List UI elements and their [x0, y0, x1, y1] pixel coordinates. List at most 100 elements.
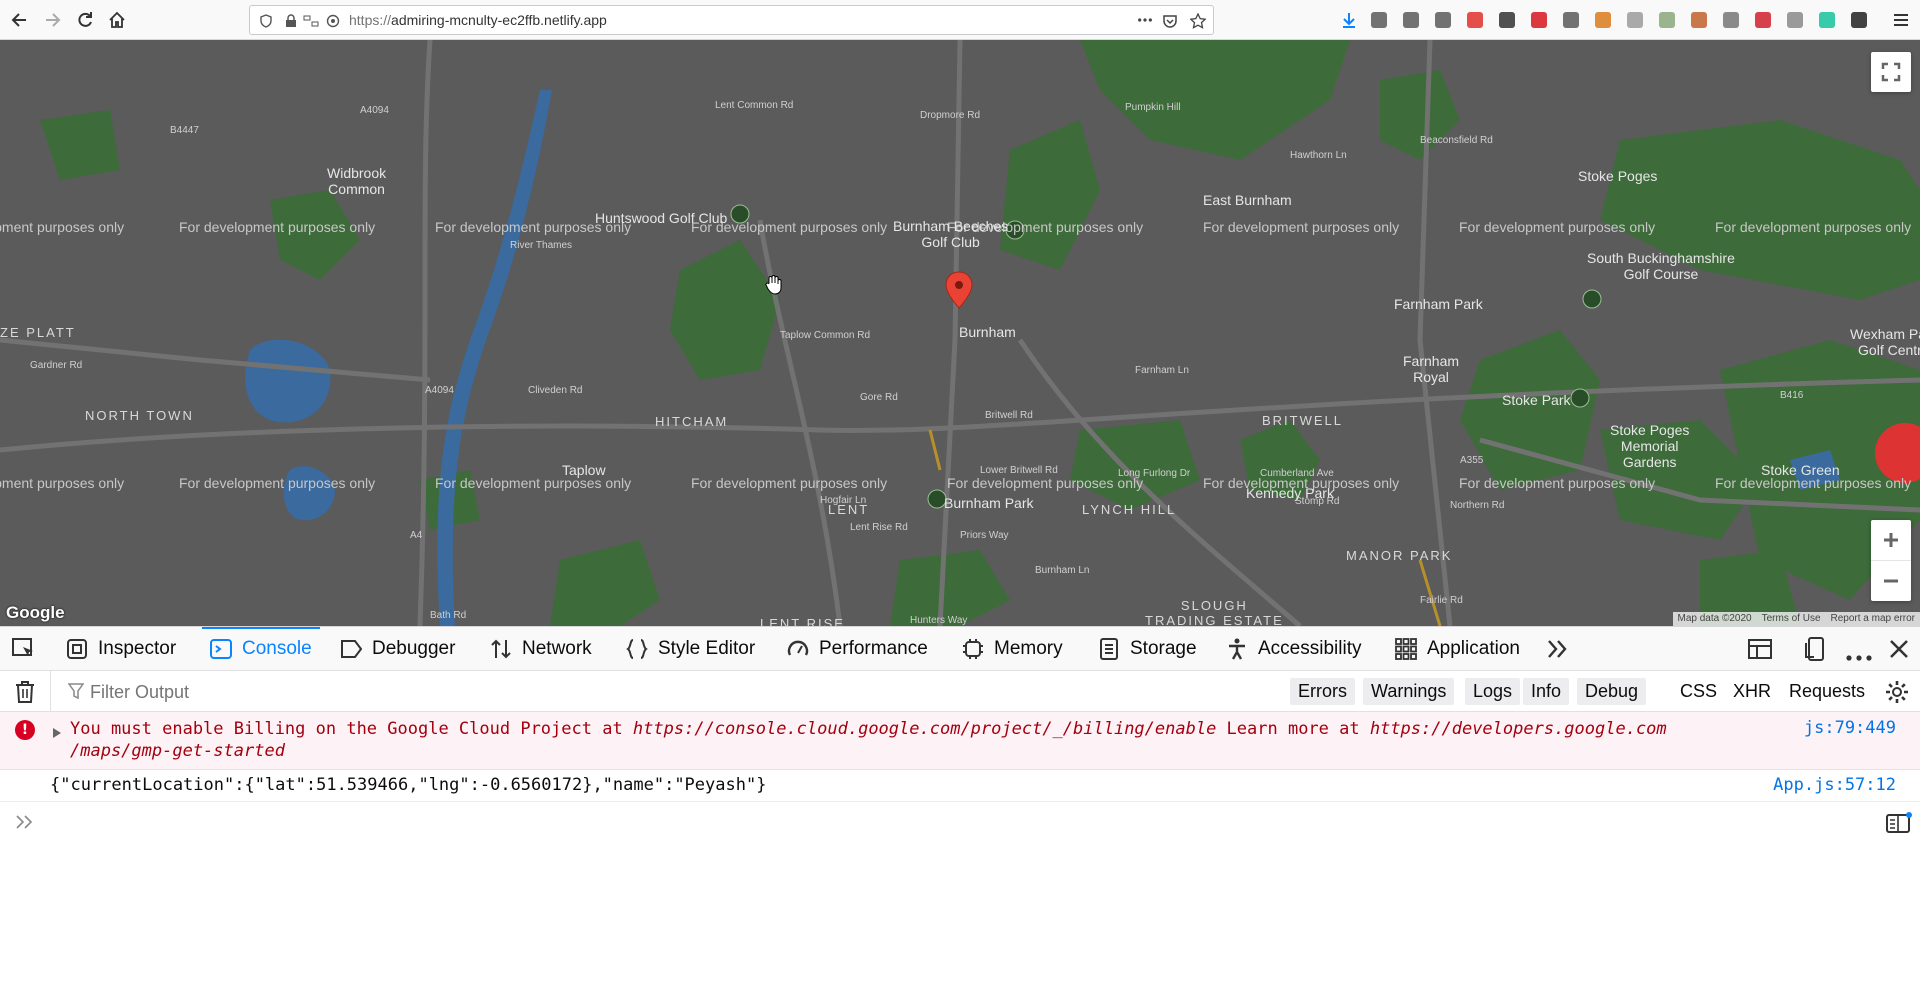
- orange-ext-icon[interactable]: [1595, 12, 1611, 28]
- reload-button[interactable]: [73, 8, 97, 32]
- url-text[interactable]: https://admiring-mcnulty-ec2ffb.netlify.…: [349, 12, 607, 28]
- url-host: admiring-mcnulty-ec2ffb.netlify.app: [391, 12, 607, 28]
- dock-icon: [1748, 639, 1772, 659]
- notion-icon[interactable]: [1851, 12, 1867, 28]
- road-label: Stomp Rd: [1295, 496, 1340, 507]
- dock-button[interactable]: [1748, 638, 1772, 664]
- downloads-icon[interactable]: [1341, 12, 1357, 28]
- more-tools-button[interactable]: [1546, 639, 1568, 663]
- editor-mode-button[interactable]: [1886, 812, 1912, 838]
- lock-ext-icon[interactable]: [1499, 12, 1515, 28]
- url-bar[interactable]: https://admiring-mcnulty-ec2ffb.netlify.…: [249, 5, 1214, 35]
- account-icon[interactable]: [1435, 12, 1451, 28]
- cookie-ext-icon[interactable]: [1691, 12, 1707, 28]
- bookmark-star-icon[interactable]: [1190, 13, 1206, 29]
- place-label: Wexham Park Golf Centre: [1850, 326, 1920, 358]
- place-label: East Burnham: [1203, 192, 1292, 208]
- filter-requests-button[interactable]: Requests: [1781, 678, 1873, 705]
- shield-icon[interactable]: [258, 13, 274, 29]
- menu-icon[interactable]: [1893, 12, 1909, 28]
- accessibility-icon: [1229, 638, 1245, 660]
- reload-icon: [78, 12, 92, 27]
- barcode-ext-icon[interactable]: [1563, 12, 1579, 28]
- filter-warnings-button[interactable]: Warnings: [1363, 678, 1455, 705]
- library-icon[interactable]: [1371, 12, 1387, 28]
- element-picker-button[interactable]: [12, 638, 36, 664]
- place-label: Farnham Royal: [1403, 353, 1460, 385]
- tab-memory[interactable]: Memory: [962, 627, 1063, 670]
- place-label: LYNCH HILL: [1082, 502, 1177, 517]
- park-area: [40, 110, 120, 180]
- pdf-ext-icon[interactable]: [1531, 12, 1547, 28]
- tab-label: Performance: [819, 637, 928, 659]
- meatball-menu-icon: [1846, 655, 1872, 661]
- error-url-link[interactable]: https://console.cloud.google.com/project…: [633, 719, 1216, 739]
- console-error-message[interactable]: ! You must enable Billing on the Google …: [0, 712, 1920, 770]
- tab-application[interactable]: Application: [1395, 627, 1520, 670]
- road-label: Britwell Rd: [985, 410, 1033, 421]
- road-label: River Thames: [510, 240, 573, 251]
- tab-network[interactable]: Network: [490, 627, 592, 670]
- tab-inspector[interactable]: Inspector: [66, 627, 176, 670]
- filter-info-button[interactable]: Info: [1523, 678, 1570, 705]
- console-log-message[interactable]: {"currentLocation":{"lat":51.539466,"lng…: [0, 770, 1920, 802]
- road-line: [1418, 559, 1442, 626]
- close-devtools-button[interactable]: [1889, 639, 1909, 663]
- rainbow-ext-icon[interactable]: [1627, 12, 1643, 28]
- double-chevron-icon: [1548, 640, 1567, 658]
- road-label: Lent Rise Rd: [850, 522, 908, 533]
- console-settings-button[interactable]: [1885, 680, 1909, 708]
- error-source-link[interactable]: js:79:449: [1804, 718, 1896, 738]
- responsive-design-button[interactable]: [1805, 637, 1827, 665]
- zoom-in-button[interactable]: [1871, 520, 1911, 561]
- pocket-icon[interactable]: [1162, 13, 1178, 29]
- clear-console-button[interactable]: [14, 680, 36, 708]
- road-label: Bath Rd: [430, 610, 467, 621]
- filter-debug-button[interactable]: Debug: [1577, 678, 1647, 705]
- tab-performance[interactable]: Performance: [787, 627, 928, 670]
- log-source-link[interactable]: App.js:57:12: [1773, 775, 1896, 795]
- terms-of-use-link[interactable]: Terms of Use: [1757, 612, 1826, 626]
- place-label: NORTH TOWN: [85, 408, 194, 423]
- adblock-icon[interactable]: [1467, 12, 1483, 28]
- fullscreen-button[interactable]: [1871, 52, 1911, 92]
- sidebar-icon[interactable]: [1403, 12, 1419, 28]
- filter-css-button[interactable]: CSS: [1672, 678, 1725, 705]
- tab-label: Storage: [1130, 637, 1197, 659]
- console-input-row[interactable]: [0, 802, 1920, 842]
- s-ext-icon[interactable]: [1723, 12, 1739, 28]
- home-button[interactable]: [105, 8, 129, 32]
- forward-arrow-icon: [46, 13, 61, 27]
- red-s-ext-icon[interactable]: [1755, 12, 1771, 28]
- tracking-icon[interactable]: [325, 13, 341, 29]
- dev-watermark-label: For development purposes only: [1715, 219, 1912, 235]
- tab-console[interactable]: Console: [202, 627, 320, 670]
- expand-arrow-icon[interactable]: [52, 724, 62, 743]
- filter-xhr-button[interactable]: XHR: [1725, 678, 1779, 705]
- road-label: Lower Britwell Rd: [980, 465, 1058, 476]
- google-map[interactable]: For development purposes only For develop…: [0, 40, 1920, 626]
- permissions-icon[interactable]: [303, 13, 319, 29]
- page-actions-icon[interactable]: [1137, 12, 1153, 28]
- back-button[interactable]: [8, 8, 32, 32]
- paint-ext-icon[interactable]: [1659, 12, 1675, 28]
- devtools-menu-button[interactable]: [1846, 646, 1872, 665]
- tab-style-editor[interactable]: Style Editor: [626, 627, 755, 670]
- tab-debugger[interactable]: Debugger: [340, 627, 455, 670]
- filter-logs-button[interactable]: Logs: [1465, 678, 1521, 705]
- forward-button[interactable]: [40, 8, 64, 32]
- park-area: [1000, 120, 1100, 270]
- road-label: A4: [410, 530, 423, 541]
- report-error-link[interactable]: Report a map error: [1826, 612, 1920, 626]
- tab-storage[interactable]: Storage: [1098, 627, 1197, 670]
- grammarly-icon[interactable]: [1819, 12, 1835, 28]
- zoom-out-button[interactable]: [1871, 561, 1911, 601]
- tab-accessibility[interactable]: Accessibility: [1226, 627, 1361, 670]
- filter-errors-button[interactable]: Errors: [1290, 678, 1355, 705]
- lock-icon[interactable]: [283, 13, 299, 29]
- filter-output-input[interactable]: [88, 678, 992, 707]
- url-scheme: https://: [349, 12, 392, 28]
- gray-ext-icon[interactable]: [1787, 12, 1803, 28]
- google-logo[interactable]: Google: [6, 603, 65, 623]
- place-label: ZE PLATT: [0, 325, 76, 340]
